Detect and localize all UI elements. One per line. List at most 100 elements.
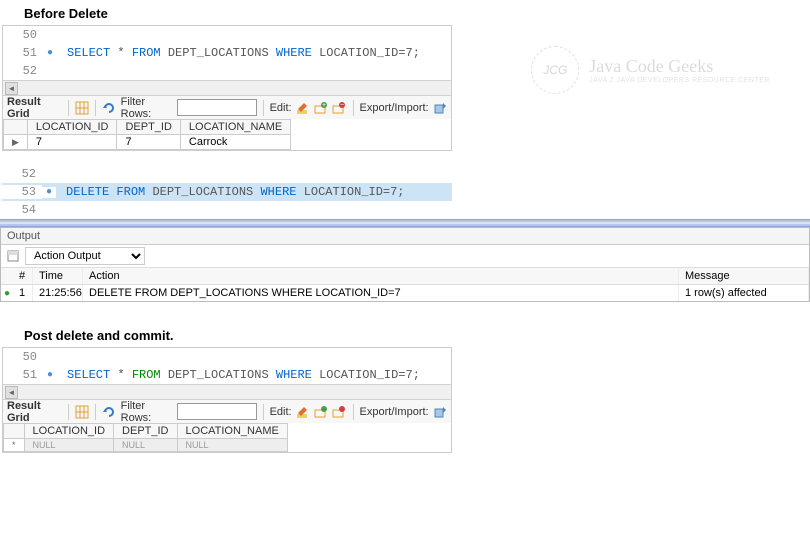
output-toggle-icon[interactable]	[5, 248, 21, 264]
table-header-row: LOCATION_ID DEPT_ID LOCATION_NAME	[4, 424, 288, 439]
output-cell: DELETE FROM DEPT_LOCATIONS WHERE LOCATIO…	[83, 285, 679, 301]
export-icon[interactable]	[433, 100, 447, 116]
code-text: LOCATION_ID=7;	[319, 46, 420, 60]
result-grid-label: Result Grid	[7, 400, 60, 424]
add-row-icon[interactable]	[314, 404, 328, 420]
edit-label: Edit:	[270, 102, 292, 114]
add-row-icon[interactable]: +	[314, 100, 328, 116]
line-number: 50	[3, 350, 43, 364]
table-cell[interactable]: Carrock	[180, 135, 290, 150]
table-cell-null[interactable]: NULL	[177, 439, 287, 452]
section-title-post-delete: Post delete and commit.	[24, 328, 810, 343]
keyword-where: WHERE	[276, 46, 312, 60]
output-col-action[interactable]: Action	[83, 268, 679, 284]
svg-text:+: +	[322, 102, 326, 109]
code-line[interactable]: 51 ● SELECT * FROM DEPT_LOCATIONS WHERE …	[3, 44, 451, 62]
keyword-from: FROM	[132, 368, 161, 382]
keyword-delete: DELETE	[66, 185, 109, 199]
line-number: 54	[2, 203, 42, 217]
column-header[interactable]: LOCATION_NAME	[180, 120, 290, 135]
edit-label: Edit:	[270, 406, 292, 418]
keyword-select: SELECT	[67, 368, 110, 382]
delete-row-icon[interactable]	[332, 404, 346, 420]
column-header[interactable]: DEPT_ID	[117, 120, 180, 135]
code-line[interactable]: 50	[3, 26, 451, 44]
code-text: *	[117, 46, 124, 60]
breakpoint-bullet[interactable]: ●	[43, 370, 57, 381]
table-cell[interactable]: 7	[117, 135, 180, 150]
code-line[interactable]: 51 ● SELECT * FROM DEPT_LOCATIONS WHERE …	[3, 366, 451, 384]
delete-row-icon[interactable]: −	[332, 100, 346, 116]
filter-input[interactable]	[177, 403, 257, 420]
line-number: 51	[3, 368, 43, 382]
code-line-selected[interactable]: 53 ● DELETE FROM DEPT_LOCATIONS WHERE LO…	[2, 183, 452, 201]
export-import-label: Export/Import:	[360, 102, 429, 114]
row-marker-icon: ▶	[4, 135, 28, 150]
code-text: DEPT_LOCATIONS	[168, 46, 269, 60]
line-number: 52	[2, 167, 42, 181]
horizontal-scrollbar[interactable]: ◄	[3, 384, 451, 399]
watermark-subtitle: JAVA 2 JAVA DEVELOPERS RESOURCE CENTER	[589, 77, 770, 84]
code-text: DEPT_LOCATIONS	[168, 368, 269, 382]
result-grid-table[interactable]: LOCATION_ID DEPT_ID LOCATION_NAME ▶ 7 7 …	[3, 119, 291, 150]
status-success-icon: ●	[1, 288, 13, 299]
filter-input[interactable]	[177, 99, 257, 116]
column-header[interactable]: LOCATION_ID	[27, 120, 117, 135]
code-line[interactable]: 52	[3, 62, 451, 80]
output-col-message[interactable]: Message	[679, 268, 809, 284]
edit-pencil-icon[interactable]	[296, 404, 310, 420]
keyword-where: WHERE	[260, 185, 296, 199]
table-row[interactable]: ▶ 7 7 Carrock	[4, 135, 291, 150]
breakpoint-bullet[interactable]: ●	[42, 187, 56, 198]
scroll-left-icon[interactable]: ◄	[5, 386, 18, 399]
section-title-before-delete: Before Delete	[24, 6, 810, 21]
grid-view-icon[interactable]	[75, 404, 89, 420]
code-text: LOCATION_ID=7;	[319, 368, 420, 382]
code-line[interactable]: 52	[2, 165, 452, 183]
grid-view-icon[interactable]	[75, 100, 89, 116]
output-cell: 21:25:56	[33, 285, 83, 301]
output-col-time[interactable]: Time	[33, 268, 83, 284]
keyword-select: SELECT	[67, 46, 110, 60]
breakpoint-bullet[interactable]: ●	[43, 48, 57, 59]
table-cell[interactable]: 7	[27, 135, 117, 150]
code-line[interactable]: 54	[2, 201, 452, 219]
output-type-dropdown[interactable]: Action Output	[25, 247, 145, 265]
export-icon[interactable]	[433, 404, 447, 420]
refresh-icon[interactable]	[102, 100, 116, 116]
keyword-from: FROM	[116, 185, 145, 199]
export-import-label: Export/Import:	[360, 406, 429, 418]
row-marker-icon: *	[4, 439, 25, 452]
refresh-icon[interactable]	[102, 404, 116, 420]
column-header[interactable]: LOCATION_ID	[24, 424, 114, 439]
table-cell-null[interactable]: NULL	[24, 439, 114, 452]
output-cell: 1 row(s) affected	[679, 285, 809, 301]
panel-divider[interactable]	[0, 219, 810, 227]
scroll-left-icon[interactable]: ◄	[5, 82, 18, 95]
line-number: 53	[2, 185, 42, 199]
code-line[interactable]: 50	[3, 348, 451, 366]
watermark-circle: JCG	[531, 46, 579, 94]
table-cell-null[interactable]: NULL	[114, 439, 177, 452]
column-header[interactable]: LOCATION_NAME	[177, 424, 287, 439]
svg-text:−: −	[340, 102, 344, 109]
output-row[interactable]: ● 1 21:25:56 DELETE FROM DEPT_LOCATIONS …	[1, 285, 809, 301]
output-cell: 1	[13, 285, 33, 301]
horizontal-scrollbar[interactable]: ◄	[3, 80, 451, 95]
keyword-where: WHERE	[276, 368, 312, 382]
result-toolbar: Result Grid Filter Rows: Edit: Export/Im…	[3, 399, 451, 423]
edit-pencil-icon[interactable]	[296, 100, 310, 116]
output-col-num[interactable]: #	[13, 268, 33, 284]
code-text: LOCATION_ID=7;	[304, 185, 405, 199]
line-number: 52	[3, 64, 43, 78]
result-grid-table[interactable]: LOCATION_ID DEPT_ID LOCATION_NAME * NULL…	[3, 423, 288, 452]
column-header[interactable]: DEPT_ID	[114, 424, 177, 439]
result-toolbar: Result Grid Filter Rows: Edit: + − Expor…	[3, 95, 451, 119]
code-text: *	[117, 368, 124, 382]
filter-rows-label: Filter Rows:	[121, 96, 173, 120]
line-number: 51	[3, 46, 43, 60]
code-text: DEPT_LOCATIONS	[152, 185, 253, 199]
table-row[interactable]: * NULL NULL NULL	[4, 439, 288, 452]
keyword-from: FROM	[132, 46, 161, 60]
line-number: 50	[3, 28, 43, 42]
